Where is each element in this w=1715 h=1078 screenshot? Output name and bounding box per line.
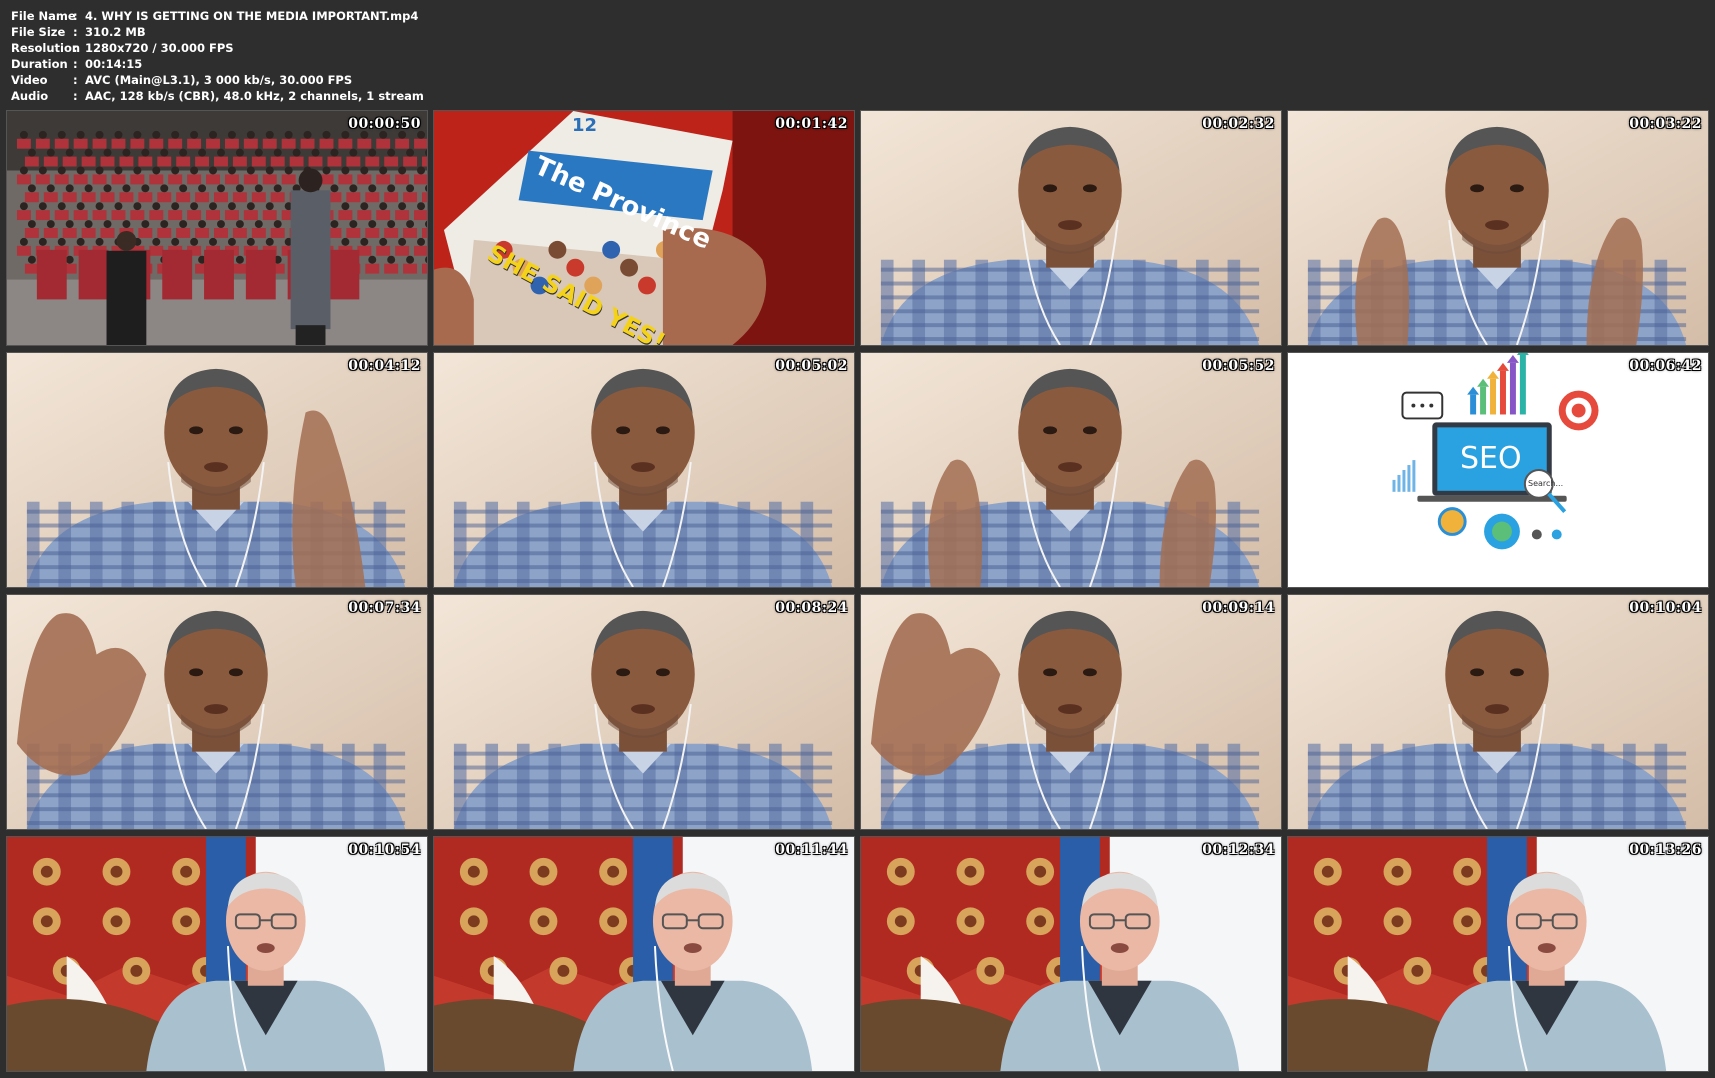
info-row-file-size: File Size : 310.2 MB (11, 24, 424, 40)
info-row-audio: Audio : AAC, 128 kb/s (CBR), 48.0 kHz, 2… (11, 88, 424, 104)
video-thumbnail: The Province 12 SHE SAID YES! 00:01:42 (433, 110, 855, 346)
video-frame-image (434, 595, 854, 829)
info-row-resolution: Resolution : 1280x720 / 30.000 FPS (11, 40, 424, 56)
info-separator: : (73, 73, 78, 87)
info-value: 00:14:15 (85, 57, 143, 71)
info-value: 4. WHY IS GETTING ON THE MEDIA IMPORTANT… (85, 9, 419, 23)
video-thumbnail: 00:05:02 (433, 352, 855, 588)
video-thumbnail: 00:09:14 (860, 594, 1282, 830)
info-value: 1280x720 / 30.000 FPS (85, 41, 234, 55)
info-separator: : (73, 89, 78, 103)
video-thumbnail: 00:04:12 (6, 352, 428, 588)
video-frame-image (434, 837, 854, 1071)
timestamp-label: 00:05:02 (775, 358, 848, 374)
timestamp-label: 00:10:04 (1629, 600, 1702, 616)
info-row-duration: Duration : 00:14:15 (11, 56, 424, 72)
info-separator: : (73, 25, 78, 39)
video-thumbnail: 00:10:54 (6, 836, 428, 1072)
video-thumbnail: 00:10:04 (1287, 594, 1709, 830)
seo-label: SEO (1460, 441, 1522, 476)
timestamp-label: 00:04:12 (348, 358, 421, 374)
video-frame-image (1288, 111, 1708, 345)
video-thumbnail: 00:12:34 (860, 836, 1282, 1072)
timestamp-label: 00:11:44 (775, 842, 848, 858)
video-frame-image (861, 111, 1281, 345)
timestamp-label: 00:12:34 (1202, 842, 1275, 858)
info-label: Resolution (11, 41, 81, 55)
search-text: Search... (1528, 479, 1564, 488)
timestamp-label: 00:13:26 (1629, 842, 1702, 858)
video-thumbnail: 00:03:22 (1287, 110, 1709, 346)
timestamp-label: 00:02:32 (1202, 116, 1275, 132)
info-row-file-name: File Name : 4. WHY IS GETTING ON THE MED… (11, 8, 424, 24)
video-thumbnail: 00:13:26 (1287, 836, 1709, 1072)
newspaper-issue-number: 12 (572, 115, 598, 136)
timestamp-label: 00:00:50 (348, 116, 421, 132)
info-row-video: Video : AVC (Main@L3.1), 3 000 kb/s, 30.… (11, 72, 424, 88)
video-frame-image (7, 837, 427, 1071)
timestamp-label: 00:07:34 (348, 600, 421, 616)
video-frame-image (7, 353, 427, 587)
video-frame-image (861, 837, 1281, 1071)
video-frame-image (7, 595, 427, 829)
video-frame-image (7, 111, 427, 345)
info-separator: : (73, 41, 78, 55)
video-thumbnail: SEO Search... 00:06:42 (1287, 352, 1709, 588)
info-value: AAC, 128 kb/s (CBR), 48.0 kHz, 2 channel… (85, 89, 424, 103)
timestamp-label: 00:03:22 (1629, 116, 1702, 132)
video-frame-image (861, 353, 1281, 587)
timestamp-label: 00:08:24 (775, 600, 848, 616)
timestamp-label: 00:01:42 (775, 116, 848, 132)
info-label: File Size (11, 25, 66, 39)
info-value: 310.2 MB (85, 25, 146, 39)
video-thumbnail: 00:02:32 (860, 110, 1282, 346)
info-label: Duration (11, 57, 68, 71)
video-thumbnail: 00:05:52 (860, 352, 1282, 588)
video-frame-image (861, 595, 1281, 829)
timestamp-label: 00:06:42 (1629, 358, 1702, 374)
video-frame-image (1288, 837, 1708, 1071)
timestamp-label: 00:09:14 (1202, 600, 1275, 616)
info-label: Audio (11, 89, 49, 103)
file-info-panel: File Name : 4. WHY IS GETTING ON THE MED… (11, 8, 424, 104)
video-thumbnail: 00:00:50 (6, 110, 428, 346)
video-thumbnail: 00:08:24 (433, 594, 855, 830)
timestamp-label: 00:05:52 (1202, 358, 1275, 374)
info-separator: : (73, 9, 78, 23)
timestamp-label: 00:10:54 (348, 842, 421, 858)
info-label: File Name (11, 9, 76, 23)
video-frame-image (434, 353, 854, 587)
info-label: Video (11, 73, 48, 87)
info-separator: : (73, 57, 78, 71)
video-thumbnail: 00:11:44 (433, 836, 855, 1072)
video-frame-image (1288, 595, 1708, 829)
info-value: AVC (Main@L3.1), 3 000 kb/s, 30.000 FPS (85, 73, 353, 87)
video-thumbnail: 00:07:34 (6, 594, 428, 830)
thumbnail-grid: 00:00:50 The Province 12 SHE SAID YES! 00:01… (6, 110, 1711, 1076)
